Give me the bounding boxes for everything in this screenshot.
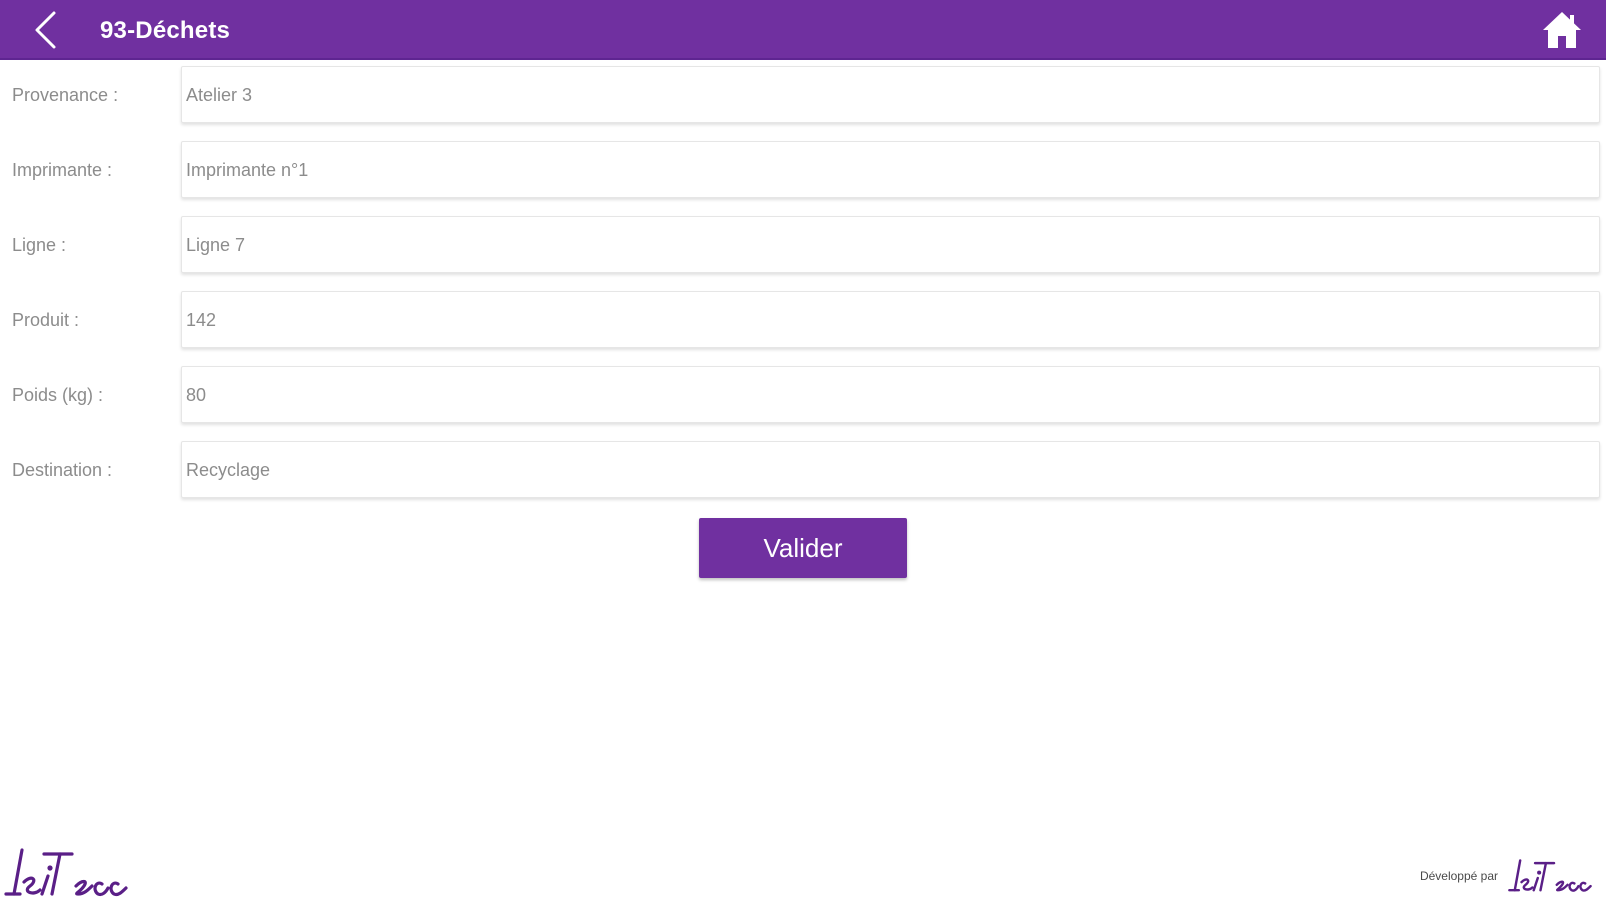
waste-form: Provenance : Atelier 3 Imprimante : Impr… <box>0 66 1606 516</box>
destination-field[interactable]: Recyclage <box>181 441 1600 498</box>
page-title: 93-Déchets <box>100 17 231 44</box>
field-row-produit: Produit : 142 <box>0 291 1606 366</box>
chevron-left-icon <box>35 11 56 49</box>
provenance-label: Provenance : <box>12 85 119 105</box>
poids-field[interactable]: 80 <box>181 366 1600 423</box>
field-row-destination: Destination : Recyclage <box>0 441 1606 516</box>
field-row-imprimante: Imprimante : Imprimante n°1 <box>0 141 1606 216</box>
produit-label: Produit : <box>12 310 80 330</box>
isitecc-logo <box>4 848 128 897</box>
field-row-provenance: Provenance : Atelier 3 <box>0 66 1606 141</box>
home-icon <box>1543 12 1581 48</box>
developer-credit: Développé par <box>1420 856 1596 896</box>
produit-field[interactable]: 142 <box>181 291 1600 348</box>
app-window: 93-Déchets Provenance : Atelier 3 Imprim… <box>0 0 1606 900</box>
isitecc-small-logo <box>1508 859 1592 892</box>
imprimante-label: Imprimante : <box>12 160 113 180</box>
home-button[interactable] <box>1538 8 1586 52</box>
field-row-ligne: Ligne : Ligne 7 <box>0 216 1606 291</box>
imprimante-field[interactable]: Imprimante n°1 <box>181 141 1600 198</box>
poids-label: Poids (kg) : <box>12 385 104 405</box>
developed-by-text: Développé par <box>1419 869 1498 883</box>
ligne-field[interactable]: Ligne 7 <box>181 216 1600 273</box>
destination-label: Destination : <box>12 460 113 480</box>
back-button[interactable] <box>24 8 66 52</box>
app-header: 93-Déchets <box>0 0 1606 60</box>
ligne-label: Ligne : <box>12 235 67 255</box>
valider-button[interactable]: Valider <box>699 518 907 578</box>
provenance-field[interactable]: Atelier 3 <box>181 66 1600 123</box>
field-row-poids: Poids (kg) : 80 <box>0 366 1606 441</box>
